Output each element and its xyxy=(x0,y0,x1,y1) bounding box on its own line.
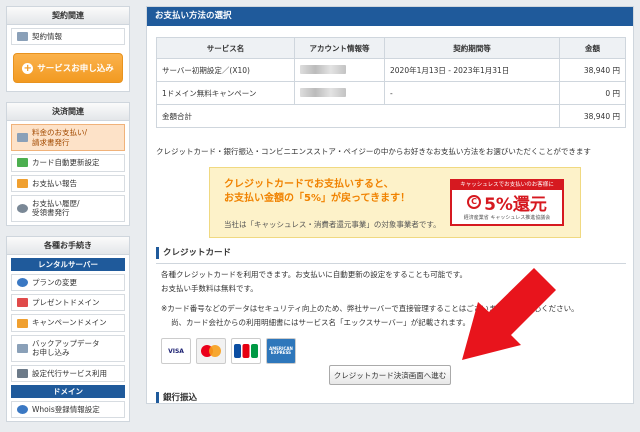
mastercard-icon xyxy=(196,338,226,364)
main-panel: お支払い方法の選択 サービス名 アカウント情報等 契約期間等 金額 サーバー初期… xyxy=(146,6,634,404)
star-icon xyxy=(17,318,28,328)
bank-transfer-section-title: 銀行振込 xyxy=(156,392,197,403)
cashless-5-percent-logo: キャッシュレスでお支払いのお客様に C 5%還元 経済産業省 キャッシュレス推進協… xyxy=(450,179,564,226)
wrench-icon xyxy=(17,368,28,378)
credit-desc-1: 各種クレジットカードを利用できます。お支払いに自動更新の設定をすることも可能です… xyxy=(161,270,467,279)
credit-card-section-title: クレジットカード xyxy=(156,247,231,259)
banner-line-2: お支払い金額の「5%」が戻ってきます！ xyxy=(224,192,411,204)
sidebar-item-campaign-domain[interactable]: キャンペーンドメイン xyxy=(11,314,125,332)
banner-line-1: クレジットカードでお支払いすると、 xyxy=(224,179,394,190)
table-row: 1ドメイン無料キャンペーン - 0 円 xyxy=(156,81,626,105)
sidebar-item-setup-service[interactable]: 設定代行サービス利用 xyxy=(11,364,125,382)
blurred-account-info xyxy=(300,64,346,74)
contract-header: 契約関連 xyxy=(7,7,129,25)
gift-icon xyxy=(17,298,28,308)
visa-card-icon: VISA xyxy=(161,338,191,364)
refresh-icon xyxy=(17,277,28,287)
payment-box: 決済関連 料金のお支払い/請求書発行 カード自動更新設定 お支払い報告 お支払い… xyxy=(6,102,130,226)
col-service: サービス名 xyxy=(156,37,295,59)
table-row: サーバー初期設定／(X10) 2020年1月13日 - 2023年1月31日 3… xyxy=(156,58,626,82)
document-icon xyxy=(17,133,28,143)
service-table: サービス名 アカウント情報等 契約期間等 金額 サーバー初期設定／(X10) 2… xyxy=(156,37,626,128)
payment-header: 決済関連 xyxy=(7,103,129,122)
table-header-row: サービス名 アカウント情報等 契約期間等 金額 xyxy=(156,37,626,59)
sidebar-item-contract-info[interactable]: 契約情報 xyxy=(11,28,125,46)
document-icon xyxy=(17,343,28,353)
contract-box: 契約関連 契約情報 + サービスお申し込み xyxy=(6,6,130,93)
document-icon xyxy=(17,32,28,42)
col-period: 契約期間等 xyxy=(384,37,560,59)
procedures-box: 各種お手続き レンタルサーバー プランの変更 プレゼントドメイン キャンペーンド… xyxy=(6,235,130,423)
sidebar-item-payment-history[interactable]: お支払い履歴/受領書発行 xyxy=(11,194,125,222)
sidebar-item-backup-data[interactable]: バックアップデータ お申し込み xyxy=(11,334,125,362)
table-total-row: 金額合計 38,940 円 xyxy=(156,104,626,128)
blurred-account-info xyxy=(300,87,346,97)
sidebar-item-pay-invoice[interactable]: 料金のお支払い/請求書発行 xyxy=(11,124,125,152)
sidebar-item-plan-change[interactable]: プランの変更 xyxy=(11,273,125,291)
sidebar-item-whois[interactable]: Whois登録情報設定 xyxy=(11,400,125,419)
credit-card-checkout-button[interactable]: クレジットカード決済画面へ進む xyxy=(329,365,451,385)
clock-icon xyxy=(17,203,28,213)
service-order-button[interactable]: + サービスお申し込み xyxy=(13,53,123,84)
card-brand-logos: VISA AMERICAN EXPRESS xyxy=(161,338,296,364)
divider xyxy=(156,263,626,264)
globe-icon xyxy=(17,405,28,415)
banner-subtext: 当社は「キャッシュレス・消費者還元事業」の対象事業者です。 xyxy=(224,220,441,229)
payment-intro-text: クレジットカード・銀行振込・コンビニエンスストア・ペイジーの中からお好きなお支払… xyxy=(156,147,591,156)
col-account: アカウント情報等 xyxy=(294,37,385,59)
credit-note-2: 尚、カード会社からの利用明細書にはサービス名「エックスサーバー」が記載されます。 xyxy=(171,318,470,327)
credit-desc-2: お支払い手数料は無料です。 xyxy=(161,284,258,293)
col-amount: 金額 xyxy=(559,37,626,59)
cashback-banner: クレジットカードでお支払いすると、お支払い金額の「5%」が戻ってきます！ 当社は… xyxy=(209,167,581,238)
sidebar: 契約関連 契約情報 + サービスお申し込み 決済関連 料金のお支払い/請求書発行… xyxy=(6,6,130,432)
credit-note-1: ※カード番号などのデータはセキュリティ向上のため、弊社サーバーで直接管理すること… xyxy=(161,304,579,313)
sidebar-item-payment-report[interactable]: お支払い報告 xyxy=(11,174,125,192)
credit-card-icon xyxy=(17,158,28,168)
cashless-c-icon: C xyxy=(467,195,482,209)
procedures-header: 各種お手続き xyxy=(7,236,129,255)
page-title: お支払い方法の選択 xyxy=(147,7,633,26)
pencil-icon xyxy=(17,178,28,188)
rental-server-header: レンタルサーバー xyxy=(11,257,125,271)
domain-header: ドメイン xyxy=(11,384,125,398)
amex-card-icon: AMERICAN EXPRESS xyxy=(266,338,296,364)
plus-icon: + xyxy=(22,62,34,74)
sidebar-item-card-auto-renew[interactable]: カード自動更新設定 xyxy=(11,154,125,172)
jcb-card-icon xyxy=(231,338,261,364)
sidebar-item-present-domain[interactable]: プレゼントドメイン xyxy=(11,294,125,312)
